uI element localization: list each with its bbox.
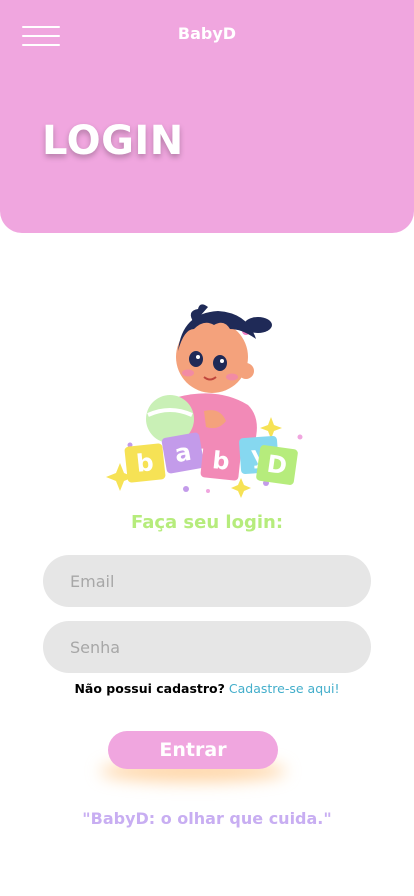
page-title: LOGIN [42, 118, 184, 164]
login-heading: Faça seu login: [130, 512, 284, 533]
email-field[interactable] [43, 555, 371, 607]
tagline: "BabyD: o olhar que cuida." [82, 809, 332, 828]
signup-link[interactable]: Cadastre-se aqui! [229, 681, 340, 696]
signup-question: Não possui cadastro? [74, 681, 225, 696]
signup-prompt: Não possui cadastro? Cadastre-se aqui! [0, 681, 414, 696]
app-title: BabyD [177, 24, 237, 43]
baby-logo-icon: b a b y D [106, 304, 303, 498]
header: BabyD LOGIN [0, 0, 414, 233]
submit-button[interactable]: Entrar [108, 731, 278, 769]
svg-text:b: b [211, 446, 231, 476]
svg-text:b: b [135, 448, 155, 478]
svg-text:D: D [265, 450, 289, 481]
password-field[interactable] [43, 621, 371, 673]
